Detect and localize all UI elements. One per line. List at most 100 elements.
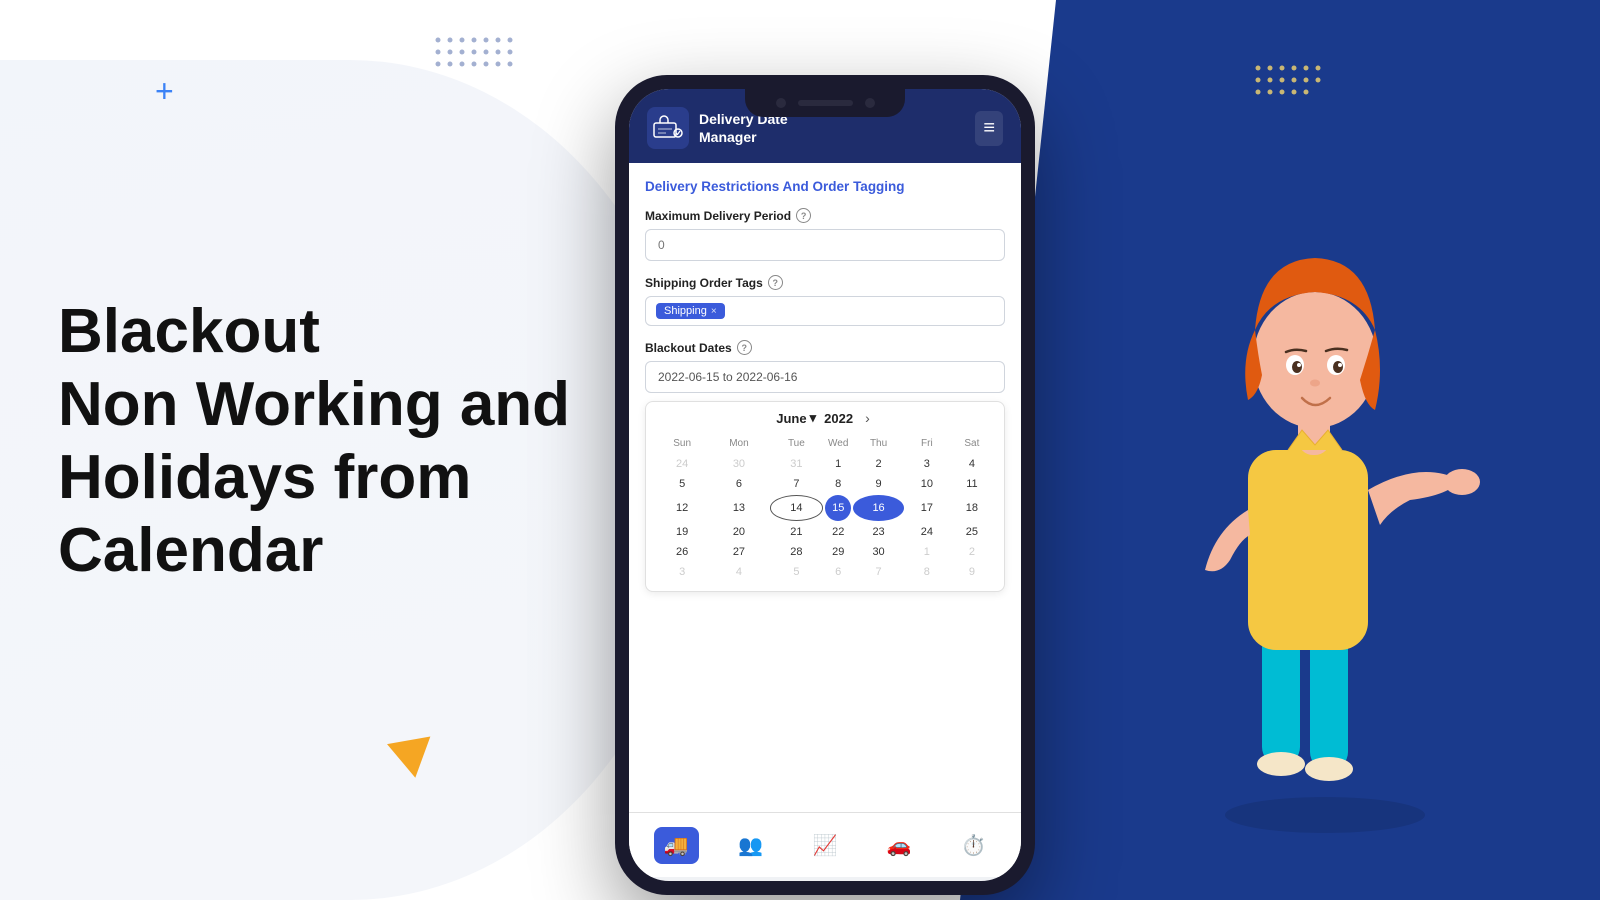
- month-selector[interactable]: June ▾: [776, 410, 816, 426]
- calendar-day[interactable]: 22: [825, 523, 851, 541]
- phone-content: Delivery Date Manager ≡ Delivery Restric…: [629, 89, 1021, 881]
- nav-item-delivery[interactable]: 🚚: [654, 827, 699, 864]
- max-delivery-help-icon[interactable]: ?: [796, 208, 811, 223]
- bottom-navigation: 🚚 👥 📈 🚗 ⏱️: [629, 812, 1021, 877]
- calendar-day[interactable]: 11: [950, 475, 994, 493]
- hero-text-block: Blackout Non Working and Holidays from C…: [58, 295, 570, 588]
- hero-line1: Blackout: [58, 297, 320, 366]
- calendar-week-2: 12131415161718: [656, 495, 994, 521]
- calendar-week-3: 19202122232425: [656, 523, 994, 541]
- triangle-orange-icon: [387, 736, 437, 781]
- calendar-day[interactable]: 18: [950, 495, 994, 521]
- user-nav-icon: 👥: [738, 833, 763, 858]
- calendar-day[interactable]: 4: [710, 563, 767, 581]
- year-label: 2022: [824, 411, 853, 426]
- calendar-day[interactable]: 1: [825, 455, 851, 473]
- day-header-mon: Mon: [710, 436, 767, 453]
- calendar-week-1: 567891011: [656, 475, 994, 493]
- phone-mockup: Delivery Date Manager ≡ Delivery Restric…: [615, 75, 1035, 895]
- nav-item-time[interactable]: ⏱️: [951, 827, 996, 864]
- calendar-day[interactable]: 26: [656, 543, 708, 561]
- shipping-tags-label: Shipping Order Tags ?: [645, 275, 1005, 290]
- calendar-day[interactable]: 27: [710, 543, 767, 561]
- calendar-day[interactable]: 2: [853, 455, 904, 473]
- calendar-day[interactable]: 5: [656, 475, 708, 493]
- dot-grid-top-center: [430, 32, 520, 87]
- tag-text: Shipping: [664, 305, 707, 317]
- section-title: Delivery Restrictions And Order Tagging: [645, 179, 1005, 194]
- calendar-day[interactable]: 19: [656, 523, 708, 541]
- stats-nav-icon: 📈: [813, 833, 838, 858]
- calendar-day[interactable]: 12: [656, 495, 708, 521]
- day-header-fri: Fri: [906, 436, 948, 453]
- calendar-day[interactable]: 9: [950, 563, 994, 581]
- month-label: June: [776, 411, 806, 426]
- calendar-day[interactable]: 7: [770, 475, 824, 493]
- calendar-day[interactable]: 7: [853, 563, 904, 581]
- calendar-day[interactable]: 15: [825, 495, 851, 521]
- calendar-day[interactable]: 9: [853, 475, 904, 493]
- dot-grid-top-right: [1250, 60, 1340, 115]
- calendar-day[interactable]: 23: [853, 523, 904, 541]
- calendar-header-row: Sun Mon Tue Wed Thu Fri Sat: [656, 436, 994, 453]
- calendar-week-4: 262728293012: [656, 543, 994, 561]
- calendar-day[interactable]: 1: [906, 543, 948, 561]
- day-header-tue: Tue: [770, 436, 824, 453]
- calendar-day[interactable]: 20: [710, 523, 767, 541]
- phone-screen: Delivery Date Manager ≡ Delivery Restric…: [629, 89, 1021, 881]
- calendar-day[interactable]: 25: [950, 523, 994, 541]
- car-nav-icon: 🚗: [887, 833, 912, 858]
- calendar-day[interactable]: 10: [906, 475, 948, 493]
- calendar-week-0: 2430311234: [656, 455, 994, 473]
- hero-line4: Calendar: [58, 516, 323, 585]
- calendar-day[interactable]: 14: [770, 495, 824, 521]
- calendar-day[interactable]: 24: [906, 523, 948, 541]
- calendar-day[interactable]: 4: [950, 455, 994, 473]
- calendar-header: June ▾ 2022 ›: [654, 410, 996, 426]
- calendar-day[interactable]: 21: [770, 523, 824, 541]
- calendar-day[interactable]: 30: [710, 455, 767, 473]
- calendar-day[interactable]: 3: [656, 563, 708, 581]
- calendar-day[interactable]: 16: [853, 495, 904, 521]
- calendar-day[interactable]: 8: [825, 475, 851, 493]
- hamburger-button[interactable]: ≡: [975, 111, 1003, 146]
- hero-line3: Holidays from: [58, 443, 471, 512]
- tag-close-button[interactable]: ×: [711, 306, 717, 317]
- calendar-day[interactable]: 24: [656, 455, 708, 473]
- nav-item-user[interactable]: 👥: [728, 827, 773, 864]
- delivery-nav-icon: 🚚: [664, 833, 689, 858]
- logo-icon: [647, 107, 689, 149]
- blackout-dates-help-icon[interactable]: ?: [737, 340, 752, 355]
- calendar-day[interactable]: 2: [950, 543, 994, 561]
- app-main-content: Delivery Restrictions And Order Tagging …: [629, 163, 1021, 812]
- calendar-day[interactable]: 6: [710, 475, 767, 493]
- calendar-day[interactable]: 31: [770, 455, 824, 473]
- character-illustration: [1140, 120, 1520, 840]
- shipping-tags-input[interactable]: Shipping ×: [645, 296, 1005, 326]
- max-delivery-label: Maximum Delivery Period ?: [645, 208, 1005, 223]
- calendar-day[interactable]: 28: [770, 543, 824, 561]
- calendar-day[interactable]: 3: [906, 455, 948, 473]
- calendar-day[interactable]: 17: [906, 495, 948, 521]
- shipping-tags-help-icon[interactable]: ?: [768, 275, 783, 290]
- calendar-day[interactable]: 29: [825, 543, 851, 561]
- nav-item-car[interactable]: 🚗: [877, 827, 922, 864]
- camera-right: [865, 98, 875, 108]
- phone-notch: [745, 89, 905, 117]
- calendar-body: 2430311234567891011121314151617181920212…: [656, 455, 994, 581]
- max-delivery-input[interactable]: [645, 229, 1005, 261]
- calendar-day[interactable]: 6: [825, 563, 851, 581]
- calendar-week-5: 3456789: [656, 563, 994, 581]
- nav-item-stats[interactable]: 📈: [803, 827, 848, 864]
- calendar-day[interactable]: 8: [906, 563, 948, 581]
- blackout-date-input[interactable]: 2022-06-15 to 2022-06-16: [645, 361, 1005, 393]
- phone-outer-shell: Delivery Date Manager ≡ Delivery Restric…: [615, 75, 1035, 895]
- shipping-tag: Shipping ×: [656, 303, 725, 319]
- time-nav-icon: ⏱️: [961, 833, 986, 858]
- camera-left: [776, 98, 786, 108]
- calendar-day[interactable]: 30: [853, 543, 904, 561]
- day-header-thu: Thu: [853, 436, 904, 453]
- calendar-next-button[interactable]: ›: [861, 410, 874, 426]
- calendar-day[interactable]: 5: [770, 563, 824, 581]
- calendar-day[interactable]: 13: [710, 495, 767, 521]
